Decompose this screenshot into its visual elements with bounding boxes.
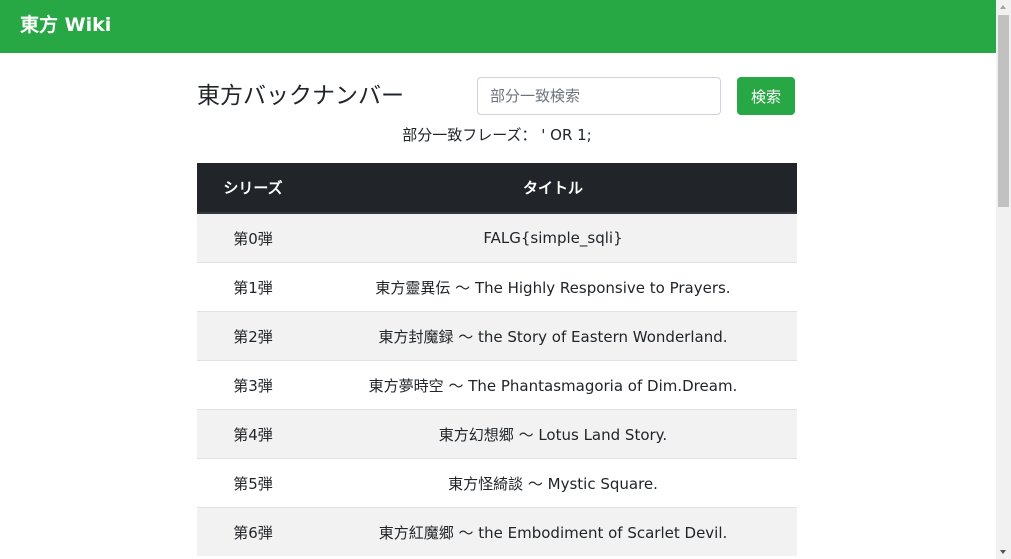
scrollbar-thumb[interactable]	[998, 15, 1009, 207]
table-row: 第4弾 東方幻想郷 〜 Lotus Land Story.	[197, 409, 797, 459]
series-cell: 第3弾	[197, 360, 309, 410]
table-header-row: シリーズ タイトル	[197, 163, 797, 214]
series-table: シリーズ タイトル 第0弾 FALG{simple_sqli} 第1弾 東方靈異…	[197, 163, 797, 556]
triangle-up-icon	[1000, 5, 1006, 9]
title-cell: 東方幻想郷 〜 Lotus Land Story.	[309, 409, 797, 459]
column-header-title: タイトル	[309, 163, 797, 214]
table-row: 第0弾 FALG{simple_sqli}	[197, 212, 797, 263]
table-row: 第3弾 東方夢時空 〜 The Phantasmagoria of Dim.Dr…	[197, 360, 797, 410]
title-cell: 東方夢時空 〜 The Phantasmagoria of Dim.Dream.	[309, 360, 797, 410]
table-row: 第5弾 東方怪綺談 〜 Mystic Square.	[197, 458, 797, 508]
series-cell: 第0弾	[197, 212, 309, 263]
page: 東方 Wiki 東方バックナンバー 検索 部分一致フレーズ： ' OR 1; シ…	[0, 0, 1011, 559]
scroll-down-button[interactable]	[996, 545, 1011, 559]
query-phrase-text: 部分一致フレーズ： ' OR 1;	[402, 126, 592, 144]
navbar-brand[interactable]: 東方 Wiki	[20, 13, 111, 37]
search-input[interactable]	[477, 77, 721, 115]
series-cell: 第4弾	[197, 409, 309, 459]
search-button[interactable]: 検索	[737, 77, 795, 115]
triangle-down-icon	[1000, 550, 1006, 554]
series-cell: 第2弾	[197, 311, 309, 361]
title-cell: FALG{simple_sqli}	[309, 212, 797, 263]
title-cell: 東方怪綺談 〜 Mystic Square.	[309, 458, 797, 508]
scroll-up-button[interactable]	[996, 0, 1011, 14]
page-title: 東方バックナンバー	[197, 83, 404, 109]
vertical-scrollbar[interactable]	[996, 0, 1011, 559]
table-row: 第6弾 東方紅魔郷 〜 the Embodiment of Scarlet De…	[197, 507, 797, 556]
column-header-series: シリーズ	[197, 163, 309, 214]
title-cell: 東方紅魔郷 〜 the Embodiment of Scarlet Devil.	[309, 507, 797, 556]
navbar: 東方 Wiki	[0, 0, 996, 53]
table-row: 第2弾 東方封魔録 〜 the Story of Eastern Wonderl…	[197, 311, 797, 361]
title-cell: 東方靈異伝 〜 The Highly Responsive to Prayers…	[309, 262, 797, 312]
series-cell: 第1弾	[197, 262, 309, 312]
series-cell: 第5弾	[197, 458, 309, 508]
series-cell: 第6弾	[197, 507, 309, 556]
title-cell: 東方封魔録 〜 the Story of Eastern Wonderland.	[309, 311, 797, 361]
table-row: 第1弾 東方靈異伝 〜 The Highly Responsive to Pra…	[197, 262, 797, 312]
